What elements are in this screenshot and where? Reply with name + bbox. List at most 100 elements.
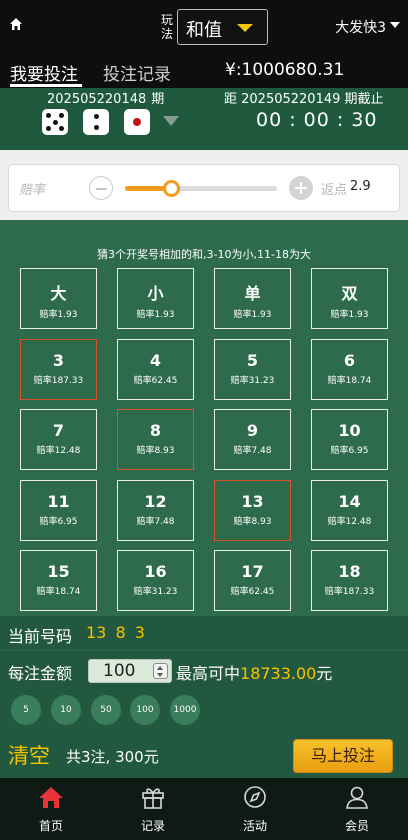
- bet-cell-odds: 赔率8.93: [233, 517, 272, 527]
- previous-issue-suffix: 期: [151, 92, 165, 107]
- chip-50[interactable]: 50: [91, 695, 121, 725]
- dice-five-icon: [42, 109, 68, 135]
- chip-5[interactable]: 5: [11, 695, 41, 725]
- bet-cell[interactable]: 8 赔率8.93: [117, 409, 194, 470]
- rate-decrease-button[interactable]: [89, 176, 113, 200]
- rate-increase-button[interactable]: [289, 176, 313, 200]
- nav-home[interactable]: 首页: [0, 778, 102, 840]
- bet-cell-label: 9: [246, 421, 259, 440]
- bet-cell-odds: 赔率1.93: [136, 310, 175, 320]
- bet-cell-label: 11: [47, 492, 70, 511]
- bet-cell-odds: 赔率6.95: [39, 517, 78, 527]
- previous-issue-number: 202505220148: [47, 92, 147, 107]
- tab-bar: 我要投注 投注记录 ¥:1000680.31: [0, 56, 408, 88]
- clear-button[interactable]: 清空: [8, 740, 50, 770]
- dice-one-icon: [124, 109, 150, 135]
- max-win-prefix: 最高可中: [176, 664, 241, 683]
- tab-bet[interactable]: 我要投注: [10, 60, 78, 85]
- nav-activity[interactable]: 活动: [204, 778, 306, 840]
- rebate-value: 2.9: [350, 179, 371, 194]
- bet-cell[interactable]: 4 赔率62.45: [117, 339, 194, 400]
- bet-cell-label: 13: [241, 492, 264, 511]
- bet-cell-odds: 赔率62.45: [133, 376, 178, 386]
- home-icon: [39, 787, 63, 808]
- caret-down-icon[interactable]: [390, 22, 400, 28]
- bet-cell-label: 单: [244, 284, 261, 303]
- current-numbers-row: 当前号码 13 8 3: [0, 616, 408, 650]
- bet-cell[interactable]: 14 赔率12.48: [311, 480, 388, 541]
- bet-cell[interactable]: 18 赔率187.33: [311, 550, 388, 611]
- bet-cell-label: 7: [52, 421, 65, 440]
- bet-cell-label: 大: [50, 284, 67, 303]
- bet-cell[interactable]: 15 赔率18.74: [20, 550, 97, 611]
- bet-cell-odds: 赔率62.45: [230, 587, 275, 597]
- bet-cell-odds: 赔率187.33: [33, 376, 84, 386]
- balance: ¥:1000680.31: [225, 60, 345, 80]
- bet-cell[interactable]: 双赔率1.93: [311, 268, 388, 329]
- bet-cell-label: 3: [52, 351, 65, 370]
- lottery-selector[interactable]: 大发快3: [335, 17, 386, 37]
- chip-10[interactable]: 10: [51, 695, 81, 725]
- bet-cell[interactable]: 16 赔率31.23: [117, 550, 194, 611]
- bet-cell-odds: 赔率18.74: [36, 587, 81, 597]
- gift-icon: [142, 788, 164, 809]
- chip-100[interactable]: 100: [130, 695, 160, 725]
- rate-slider[interactable]: [125, 180, 277, 197]
- bet-cell-label: 6: [343, 351, 356, 370]
- rate-slider-thumb[interactable]: [162, 180, 180, 197]
- play-mode-value: 和值: [186, 20, 222, 41]
- nav-records[interactable]: 记录: [102, 778, 204, 840]
- max-win-suffix: 元: [316, 664, 333, 683]
- bet-cell-label: 8: [149, 421, 162, 440]
- bet-cell-label: 4: [149, 351, 162, 370]
- bet-cell-odds: 赔率1.93: [39, 310, 78, 320]
- bet-cell[interactable]: 13 赔率8.93: [214, 480, 291, 541]
- bet-cell-label: 小: [147, 284, 164, 303]
- current-numbers: 13 8 3: [86, 623, 145, 642]
- submit-bet-button[interactable]: 马上投注: [293, 739, 393, 773]
- bet-cell-label: 5: [246, 351, 259, 370]
- bet-cell[interactable]: 单赔率1.93: [214, 268, 291, 329]
- bet-cell-label: 10: [338, 421, 361, 440]
- results-dropdown-icon[interactable]: [163, 116, 179, 126]
- bet-cell-label: 18: [338, 562, 361, 581]
- bet-cell[interactable]: 大赔率1.93: [20, 268, 97, 329]
- active-tab-indicator: [10, 84, 82, 87]
- nav-activity-label: 活动: [242, 819, 267, 833]
- bet-cell-label: 14: [338, 492, 361, 511]
- bet-cell[interactable]: 5 赔率31.23: [214, 339, 291, 400]
- previous-issue: 202505220148 期: [47, 88, 164, 107]
- amount-row: 每注金额 100 最高可中18733.00元: [0, 650, 408, 688]
- bet-cell[interactable]: 7 赔率12.48: [20, 409, 97, 470]
- amount-label: 每注金额: [8, 664, 73, 683]
- dice-two-icon: [83, 109, 109, 135]
- bet-cell[interactable]: 6 赔率18.74: [311, 339, 388, 400]
- bottom-nav: 首页 记录 活动 会员: [0, 778, 408, 840]
- amount-stepper[interactable]: [153, 663, 168, 679]
- bet-cell[interactable]: 10 赔率6.95: [311, 409, 388, 470]
- bet-cell-label: 17: [241, 562, 264, 581]
- tab-bet-history[interactable]: 投注记录: [103, 60, 171, 85]
- nav-member[interactable]: 会员: [306, 778, 408, 840]
- play-mode-select[interactable]: 和值: [177, 9, 268, 45]
- bet-cell[interactable]: 11 赔率6.95: [20, 480, 97, 541]
- compass-icon: [244, 786, 266, 808]
- bet-cell[interactable]: 3 赔率187.33: [20, 339, 97, 400]
- bet-cell[interactable]: 17 赔率62.45: [214, 550, 291, 611]
- bet-cell-odds: 赔率12.48: [327, 517, 372, 527]
- chip-row: 5 10 50 100 1000: [0, 688, 408, 732]
- bet-cell[interactable]: 小赔率1.93: [117, 268, 194, 329]
- caret-down-icon: [237, 24, 253, 32]
- home-icon[interactable]: [9, 17, 23, 31]
- bet-cell-odds: 赔率18.74: [327, 376, 372, 386]
- issue-bar: 202505220148 期 距 202505220149 期截止 00 : 00…: [0, 88, 408, 150]
- action-row: 清空 共3注, 300元 马上投注: [0, 732, 408, 778]
- nav-member-label: 会员: [344, 819, 369, 833]
- bet-cell[interactable]: 12 赔率7.48: [117, 480, 194, 541]
- bet-cell-odds: 赔率187.33: [324, 587, 375, 597]
- bet-cell-odds: 赔率1.93: [233, 310, 272, 320]
- next-issue-deadline: 距 202505220149 期截止: [224, 92, 384, 107]
- amount-input[interactable]: 100: [88, 659, 172, 683]
- bet-cell[interactable]: 9 赔率7.48: [214, 409, 291, 470]
- chip-1000[interactable]: 1000: [170, 695, 200, 725]
